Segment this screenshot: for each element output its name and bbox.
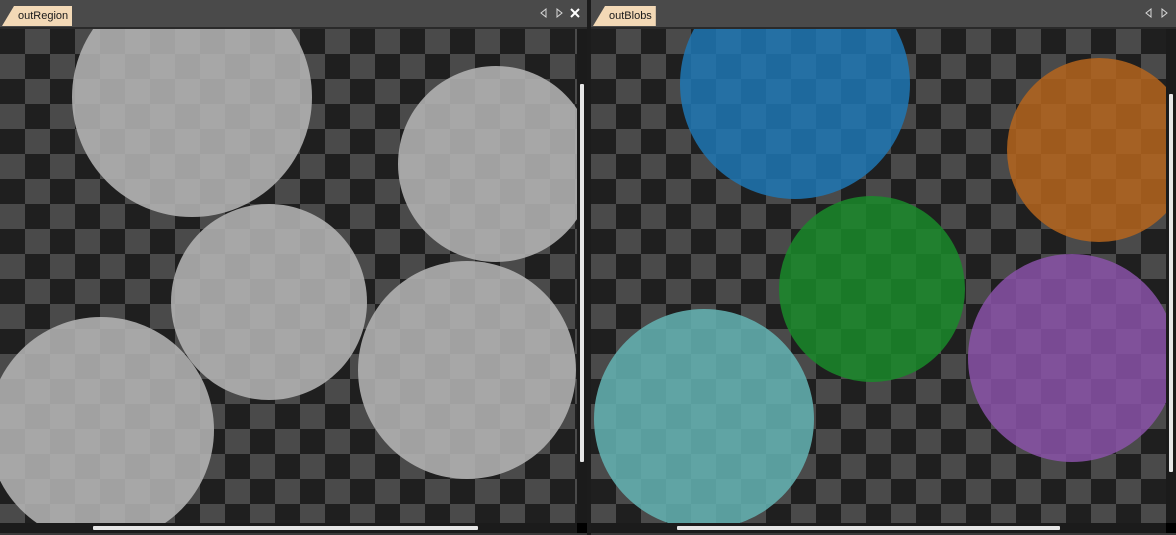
blob-orange — [1007, 58, 1166, 242]
tab-outregion[interactable]: outRegion — [2, 6, 73, 26]
region-blob — [358, 261, 576, 479]
next-arrow-icon[interactable] — [1158, 7, 1170, 19]
region-blob — [171, 204, 367, 400]
vertical-scrollbar[interactable] — [1166, 29, 1176, 523]
horizontal-scrollbar[interactable] — [0, 523, 577, 533]
next-arrow-icon[interactable] — [553, 7, 565, 19]
blob-green — [779, 196, 965, 382]
blobs-image-view[interactable] — [591, 29, 1166, 523]
scrollbar-corner — [1166, 523, 1176, 533]
prev-arrow-icon[interactable] — [1142, 7, 1154, 19]
prev-arrow-icon[interactable] — [537, 7, 549, 19]
tab-bar: outRegion — [0, 0, 587, 29]
horizontal-scroll-thumb[interactable] — [93, 526, 478, 530]
vertical-scroll-thumb[interactable] — [580, 84, 584, 462]
region-blob — [398, 66, 577, 262]
tab-outblobs[interactable]: outBlobs — [593, 6, 656, 26]
blob-purple — [968, 254, 1166, 462]
horizontal-scrollbar[interactable] — [591, 523, 1166, 533]
tab-bar: outBlobs — [591, 0, 1176, 29]
scrollbar-corner — [577, 523, 587, 533]
region-image-view[interactable] — [0, 29, 577, 523]
close-icon[interactable] — [569, 7, 581, 19]
vertical-scrollbar[interactable] — [577, 29, 587, 523]
horizontal-scroll-thumb[interactable] — [677, 526, 1060, 530]
output-panel-blobs: outBlobs — [591, 0, 1176, 535]
blob-teal — [594, 309, 814, 523]
output-panel-region: outRegion — [0, 0, 587, 535]
vertical-scroll-thumb[interactable] — [1169, 94, 1173, 472]
blob-blue — [680, 29, 910, 199]
region-blob — [72, 29, 312, 217]
